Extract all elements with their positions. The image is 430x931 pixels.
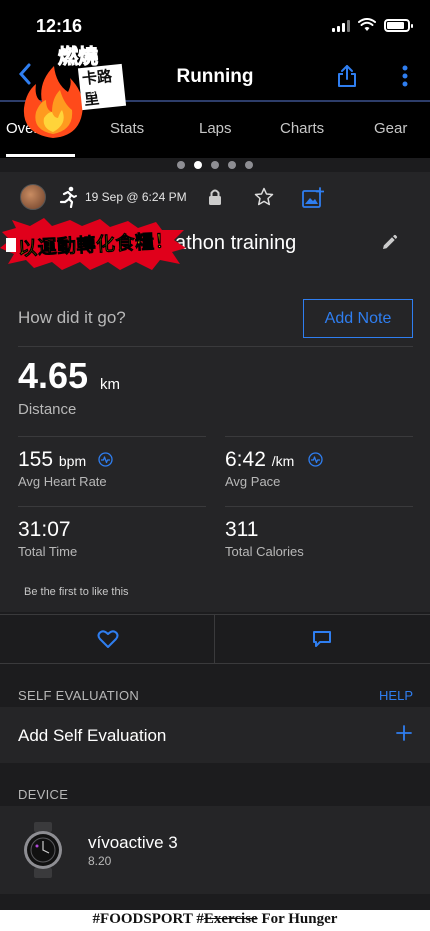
help-link[interactable]: HELP	[379, 688, 413, 703]
page-indicator	[0, 158, 430, 172]
device-header: DEVICE	[18, 787, 69, 802]
tab-charts[interactable]: Charts	[280, 120, 324, 137]
divider	[18, 346, 413, 347]
status-icons	[332, 18, 413, 32]
add-self-evaluation-row[interactable]: Add Self Evaluation	[0, 707, 430, 763]
tab-laps[interactable]: Laps	[199, 120, 232, 137]
add-note-button[interactable]: Add Note	[303, 299, 413, 338]
distance-label: Distance	[18, 401, 77, 418]
pencil-icon[interactable]	[380, 234, 398, 252]
page-dot[interactable]	[211, 161, 219, 169]
divider	[18, 436, 206, 437]
avg-heart-rate-unit: bpm	[58, 453, 87, 469]
device-name: vívoactive 3	[88, 833, 178, 852]
total-calories-value: 311	[225, 518, 259, 541]
heart-icon	[97, 630, 119, 648]
page-dot[interactable]	[177, 161, 185, 169]
avg-heart-rate-label: Avg Heart Rate	[18, 474, 107, 489]
avg-pace-value: 6:42 /km	[225, 448, 295, 471]
comment-button[interactable]	[215, 615, 430, 663]
logo-text-calories: 卡路里	[77, 63, 127, 111]
device-row[interactable]: vívoactive 3 8.20	[0, 806, 430, 894]
heart-rate-chart-icon[interactable]	[98, 452, 113, 467]
distance-value: 4.65	[18, 355, 89, 396]
tab-gear[interactable]: Gear	[374, 120, 407, 137]
activity-meta-row: 19 Sep @ 6:24 PM	[20, 184, 420, 210]
likes-text: Be the first to like this	[24, 586, 129, 598]
main-content: 19 Sep @ 6:24 PM athon training How did …	[0, 158, 430, 931]
pace-chart-icon[interactable]	[308, 452, 323, 467]
page-dot[interactable]	[194, 161, 202, 169]
watch-icon	[24, 822, 62, 878]
plus-icon	[396, 725, 412, 741]
activity-title: athon training	[175, 232, 297, 254]
total-calories-label: Total Calories	[225, 544, 304, 559]
avatar[interactable]	[20, 184, 46, 210]
lock-icon[interactable]	[208, 188, 222, 206]
calorie-burn-logo: 燃燒 卡路里 BC&	[14, 40, 127, 140]
add-photo-icon[interactable]	[302, 187, 324, 209]
slogan-badge: 以運動轉化食糧！	[0, 218, 186, 272]
battery-level	[387, 21, 404, 29]
page-dot[interactable]	[245, 161, 253, 169]
cellular-signal-icon	[332, 19, 350, 32]
logo-text-burn: 燃燒	[58, 44, 99, 69]
status-time: 12:16	[36, 16, 83, 36]
total-time-value: 31:07	[18, 518, 71, 541]
avg-pace-label: Avg Pace	[225, 474, 281, 489]
self-evaluation-header: SELF EVALUATION	[18, 688, 140, 703]
avg-heart-rate-value: 155 bpm	[18, 448, 87, 471]
share-icon[interactable]	[336, 64, 358, 88]
activity-date: 19 Sep @ 6:24 PM	[85, 190, 187, 204]
watermark-strip: #FOODSPORT #Exercise For Hunger	[0, 910, 430, 931]
wifi-icon	[358, 18, 376, 31]
divider	[18, 506, 206, 507]
active-tab-indicator	[6, 154, 75, 157]
battery-icon	[384, 18, 413, 32]
avg-pace-unit: /km	[271, 453, 295, 469]
page-dot[interactable]	[228, 161, 236, 169]
like-button[interactable]	[0, 615, 215, 663]
add-self-evaluation-label: Add Self Evaluation	[18, 726, 167, 745]
more-vertical-icon[interactable]	[402, 64, 408, 88]
device-version: 8.20	[88, 854, 112, 868]
note-prompt: How did it go?	[18, 308, 126, 327]
social-actions	[0, 614, 430, 664]
total-time-label: Total Time	[18, 544, 78, 559]
distance-unit: km	[100, 376, 120, 393]
running-icon	[59, 186, 77, 208]
divider	[225, 506, 413, 507]
logo-text-small: BC&	[90, 88, 108, 97]
comment-icon	[313, 631, 331, 647]
divider	[225, 436, 413, 437]
star-icon[interactable]	[254, 187, 274, 207]
watermark-text: #FOODSPORT #Exercise For Hunger	[92, 911, 338, 927]
